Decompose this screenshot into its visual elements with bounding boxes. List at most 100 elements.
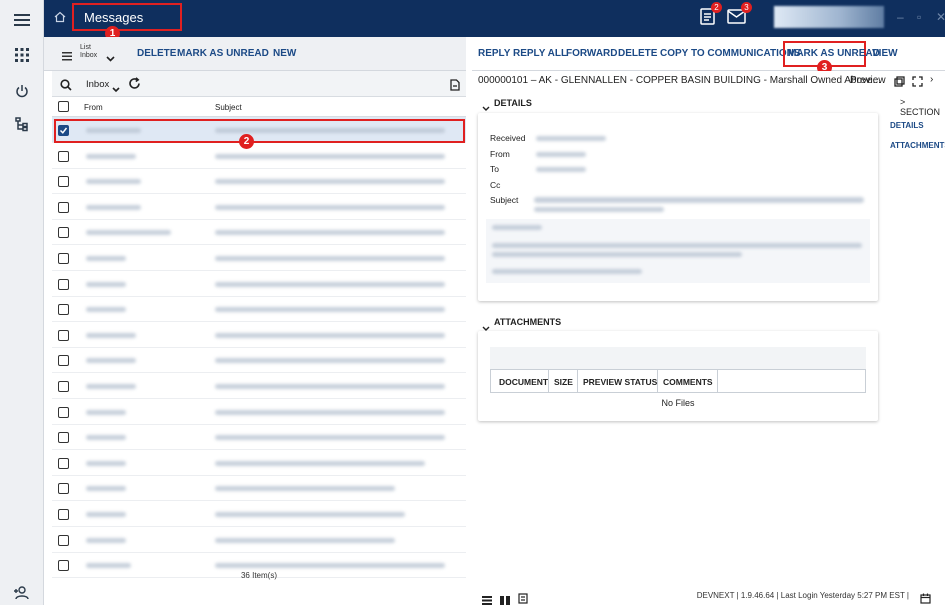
row-checkbox[interactable] [58, 227, 69, 239]
col-from[interactable]: From [84, 103, 103, 112]
row-checkbox[interactable] [58, 509, 69, 520]
table-row[interactable] [52, 194, 466, 220]
table-row[interactable] [52, 347, 466, 374]
row-checkbox[interactable] [58, 483, 69, 495]
table-row[interactable] [52, 399, 466, 425]
body-line-4 [492, 269, 642, 274]
view-button[interactable]: VIEW [872, 48, 898, 59]
row-checkbox[interactable] [58, 457, 69, 469]
reply-button[interactable]: REPLY [478, 48, 510, 59]
copy-icon[interactable] [894, 74, 905, 92]
table-row[interactable] [52, 475, 466, 502]
hierarchy-icon[interactable] [0, 110, 44, 140]
minimize-icon[interactable]: – [897, 10, 904, 24]
forward-button[interactable]: FORWARD [566, 48, 617, 59]
table-row[interactable] [52, 296, 466, 323]
new-button[interactable]: NEW [273, 48, 296, 59]
row-checkbox[interactable] [58, 278, 69, 290]
message-list: Inbox From Subject 36 Item(s) [52, 71, 466, 593]
row-from [86, 358, 136, 364]
row-checkbox[interactable] [58, 201, 69, 213]
att-col-comments[interactable]: COMMENTS [663, 377, 713, 387]
expand-icon[interactable] [912, 74, 923, 92]
mark-unread-button[interactable]: MARK AS UNREAD [177, 48, 269, 59]
list-view-icon[interactable] [482, 592, 492, 605]
export-icon[interactable] [450, 78, 460, 96]
table-row[interactable] [52, 424, 466, 451]
col-subject[interactable]: Subject [215, 103, 242, 112]
row-from [86, 256, 126, 261]
mark-as-unread-button[interactable]: MARK AS UNREAD [788, 48, 880, 59]
add-user-icon[interactable] [0, 578, 44, 605]
table-row[interactable] [52, 322, 466, 348]
row-subject [215, 204, 445, 210]
table-row[interactable] [52, 271, 466, 297]
row-checkbox[interactable] [58, 304, 69, 316]
table-row[interactable] [52, 168, 466, 195]
row-checkbox[interactable] [58, 432, 69, 444]
power-icon[interactable] [0, 76, 44, 106]
row-from [86, 409, 126, 415]
table-row[interactable] [52, 245, 466, 271]
row-checkbox[interactable] [58, 534, 69, 546]
reading-view-icon[interactable] [518, 591, 528, 605]
user-avatar[interactable] [774, 6, 884, 28]
row-from [86, 460, 126, 466]
folder-select[interactable]: Inbox [86, 79, 109, 90]
table-row[interactable] [52, 527, 466, 553]
close-icon[interactable]: ✕ [936, 10, 945, 24]
row-checkbox[interactable] [58, 150, 69, 162]
att-col-size[interactable]: SIZE [554, 377, 573, 387]
tasks-badge: 2 [711, 2, 722, 13]
mail-badge: 3 [741, 2, 752, 13]
hamburger-menu-icon[interactable] [0, 5, 44, 35]
delete-message-button[interactable]: DELETE [618, 48, 657, 59]
preview-label[interactable]: Preview [850, 75, 886, 86]
row-checkbox[interactable] [58, 329, 69, 341]
table-row[interactable] [52, 117, 466, 143]
row-from [86, 281, 126, 287]
row-from [86, 230, 171, 236]
copy-to-communications-button[interactable]: COPY TO COMMUNICATIONS [660, 48, 801, 59]
row-checkbox[interactable] [58, 253, 69, 264]
body-line-2 [492, 243, 862, 248]
table-row[interactable] [52, 143, 466, 169]
row-subject [215, 435, 445, 441]
row-checkbox[interactable] [58, 355, 69, 367]
close-preview-icon[interactable]: › [930, 74, 933, 85]
row-checkbox[interactable] [58, 176, 69, 188]
table-row[interactable] [52, 501, 466, 527]
nav-attachments[interactable]: ATTACHMENTS [890, 141, 945, 150]
attachments-header[interactable]: ATTACHMENTS [494, 317, 561, 327]
table-row[interactable] [52, 373, 466, 399]
chevron-down-icon[interactable] [106, 49, 115, 67]
att-col-preview-status[interactable]: PREVIEW STATUS [583, 377, 657, 387]
row-subject [215, 281, 445, 287]
refresh-icon[interactable] [128, 77, 141, 95]
row-from [86, 435, 126, 441]
row-checkbox[interactable] [58, 560, 69, 572]
table-row[interactable] [52, 450, 466, 476]
home-icon[interactable] [54, 10, 66, 26]
table-row[interactable] [52, 219, 466, 246]
row-subject [215, 460, 425, 466]
apps-grid-icon[interactable] [0, 40, 44, 70]
row-checkbox[interactable] [58, 381, 69, 392]
calendar-icon[interactable] [920, 591, 931, 605]
view-selector[interactable]: List Inbox [80, 44, 97, 60]
row-from [86, 512, 126, 517]
delete-button[interactable]: DELETE [137, 48, 176, 59]
select-all-checkbox[interactable] [58, 101, 69, 112]
nav-details[interactable]: DETAILS [890, 121, 924, 130]
details-header[interactable]: DETAILS [494, 98, 532, 108]
list-menu-icon[interactable] [62, 48, 72, 66]
maximize-icon[interactable]: ▫ [917, 10, 921, 24]
item-count: 36 Item(s) [240, 571, 277, 580]
split-view-icon[interactable] [500, 592, 510, 605]
folder-chevron-icon[interactable] [112, 80, 120, 98]
row-checkbox[interactable] [58, 406, 69, 418]
att-col-document[interactable]: DOCUMENT [499, 377, 548, 387]
reply-all-button[interactable]: REPLY ALL [513, 48, 567, 59]
sections-toggle[interactable]: > SECTION [900, 97, 945, 117]
search-icon[interactable] [60, 78, 72, 96]
